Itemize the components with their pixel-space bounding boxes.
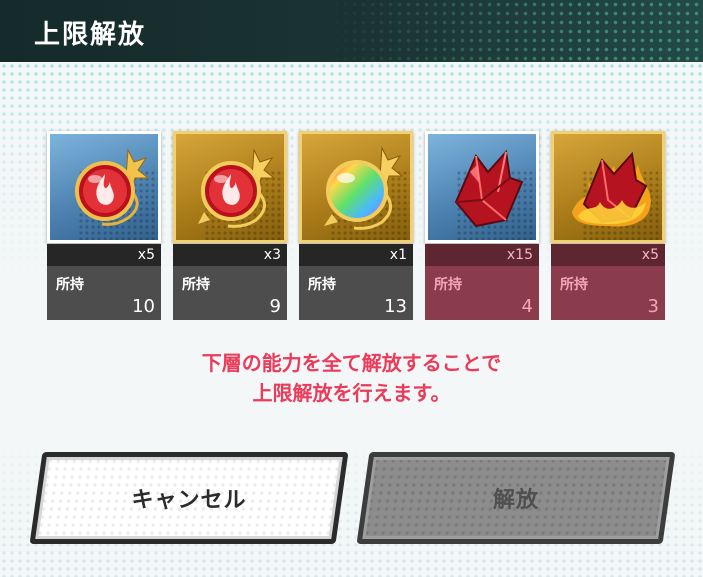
unlock-requirement-message: 下層の能力を全て解放することで 上限解放を行えます。 (0, 348, 703, 408)
owned-count-panel: 所持 4 (425, 266, 539, 320)
material-icon-frame (425, 131, 539, 243)
cancel-button[interactable]: キャンセル (29, 452, 349, 544)
owned-count-panel: 所持 13 (299, 266, 413, 320)
flaming-crystal-icon (572, 151, 651, 227)
red-crystal-icon (454, 149, 524, 228)
required-quantity: x5 (551, 244, 665, 266)
owned-count-panel: 所持 10 (47, 266, 161, 320)
rainbow-orb-icon (324, 146, 404, 230)
dialog-title: 上限解放 (34, 20, 147, 50)
red-fire-orb-icon (75, 148, 150, 226)
owned-count: 4 (521, 296, 533, 317)
required-quantity: x5 (47, 244, 161, 266)
header-pattern (323, 0, 703, 62)
cancel-button-label: キャンセル (131, 488, 247, 513)
required-quantity: x3 (173, 244, 287, 266)
owned-label: 所持 (308, 277, 336, 293)
owned-count: 3 (647, 296, 659, 317)
material-icon-frame (47, 131, 161, 243)
owned-count: 9 (269, 296, 281, 317)
dialog-header: 上限解放 (0, 0, 703, 62)
material-item[interactable]: x3 所持 9 (173, 131, 287, 320)
message-line-1: 下層の能力を全て解放することで (201, 351, 502, 375)
material-item[interactable]: x15 所持 4 (425, 131, 539, 320)
required-quantity: x15 (425, 244, 539, 266)
red-fire-orb-icon (198, 148, 276, 228)
owned-count: 13 (384, 296, 407, 317)
material-item[interactable]: x5 所持 3 (551, 131, 665, 320)
material-icon-frame (173, 131, 287, 243)
required-quantity: x1 (299, 244, 413, 266)
owned-label: 所持 (434, 277, 462, 293)
owned-count-panel: 所持 9 (173, 266, 287, 320)
owned-count: 10 (132, 296, 155, 317)
owned-count-panel: 所持 3 (551, 266, 665, 320)
material-icon-frame (551, 131, 665, 243)
material-item[interactable]: x1 所持 13 (299, 131, 413, 320)
material-item[interactable]: x5 所持 10 (47, 131, 161, 320)
owned-label: 所持 (560, 277, 588, 293)
owned-label: 所持 (182, 277, 210, 293)
release-button-label: 解放 (492, 488, 539, 513)
message-line-2: 上限解放を行えます。 (252, 381, 451, 405)
owned-label: 所持 (56, 277, 84, 293)
material-icon-frame (299, 131, 413, 243)
release-button[interactable]: 解放 (356, 452, 676, 544)
